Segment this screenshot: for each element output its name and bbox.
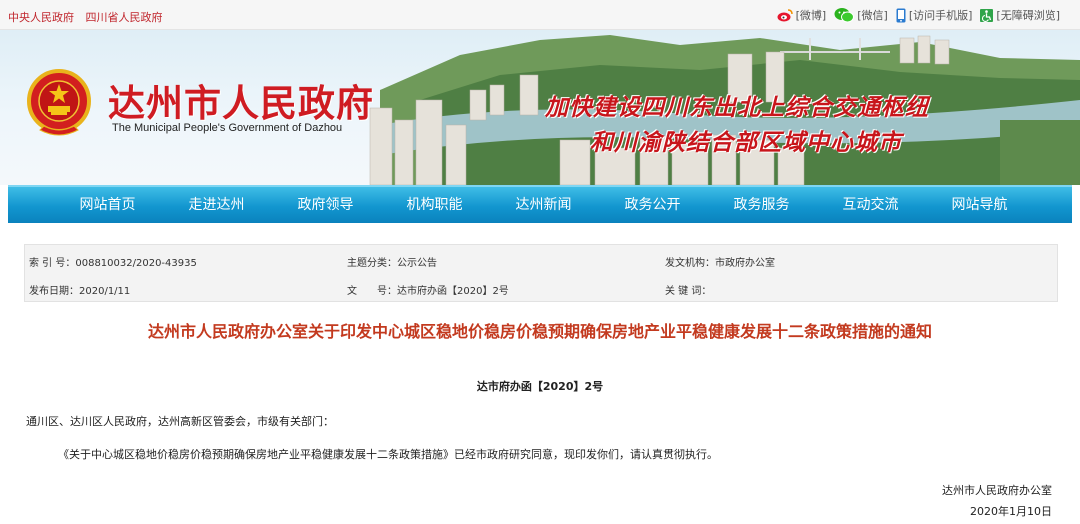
top-links: 中央人民政府 四川省人民政府 — [8, 9, 171, 25]
top-right-tools: [微博] [微信] [访问手机版] [无障碍浏览] — [769, 7, 1060, 23]
document-meta-table: 索 引 号：008810032/2020-43935 主题分类：公示公告 发文机… — [24, 244, 1058, 302]
slogan-line-2: 和川渝陕结合部区域中心城市 — [590, 129, 902, 156]
site-subtitle: The Municipal People's Government of Daz… — [112, 122, 343, 134]
weibo-icon — [777, 9, 793, 22]
weibo-label: [微博] — [795, 9, 827, 22]
wechat-label: [微信] — [857, 9, 888, 22]
central-gov-link[interactable]: 中央人民政府 — [8, 11, 74, 24]
national-emblem-icon — [27, 69, 91, 136]
nav-interaction[interactable]: 互动交流 — [816, 187, 925, 223]
header-banner: 达州市人民政府 The Municipal People's Governmen… — [0, 30, 1080, 185]
nav-about-dazhou[interactable]: 走进达州 — [162, 187, 271, 223]
meta-index-no: 索 引 号：008810032/2020-43935 — [29, 258, 197, 269]
mobile-link[interactable]: [访问手机版] — [896, 7, 973, 23]
accessible-label: [无障碍浏览] — [996, 9, 1060, 22]
nav-gov-affairs[interactable]: 政务公开 — [598, 187, 707, 223]
weibo-link[interactable]: [微博] — [777, 7, 827, 23]
meta-issuer: 发文机构：市政府办公室 — [665, 258, 775, 269]
site-title: 达州市人民政府 — [108, 81, 374, 125]
accessible-link[interactable]: [无障碍浏览] — [980, 7, 1060, 23]
nav-home[interactable]: 网站首页 — [53, 187, 162, 223]
accessibility-icon — [980, 8, 994, 22]
document-recipients: 通川区、达川区人民政府，达州高新区管委会，市级有关部门： — [26, 415, 334, 428]
wechat-icon — [834, 8, 855, 23]
nav-news[interactable]: 达州新闻 — [489, 187, 598, 223]
document-body: 《关于中心城区稳地价稳房价稳预期确保房地产业平稳健康发展十二条政策措施》已经市政… — [58, 448, 718, 461]
top-bar: 中央人民政府 四川省人民政府 [微博] [微信] [访问手机版] [无障碍浏览] — [0, 0, 1080, 30]
signature-org: 达州市人民政府办公室 — [942, 484, 1052, 497]
wechat-link[interactable]: [微信] — [834, 7, 888, 23]
meta-keywords: 关 键 词： — [665, 286, 712, 297]
meta-topic: 主题分类：公示公告 — [347, 258, 437, 269]
meta-date: 发布日期：2020/1/11 — [29, 286, 131, 297]
nav-functions[interactable]: 机构职能 — [380, 187, 489, 223]
document-title: 达州市人民政府办公室关于印发中心城区稳地价稳房价稳预期确保房地产业平稳健康发展十… — [147, 322, 932, 341]
meta-doc-number: 文 号：达市府办函【2020】2号 — [347, 286, 509, 297]
slogan-line-1: 加快建设四川东出北上综合交通枢纽 — [545, 94, 929, 121]
nav-services[interactable]: 政务服务 — [707, 187, 816, 223]
mobile-phone-icon — [896, 8, 906, 22]
mobile-label: [访问手机版] — [908, 9, 973, 22]
signature-date: 2020年1月10日 — [970, 505, 1052, 518]
nav-site-map[interactable]: 网站导航 — [925, 187, 1034, 223]
nav-leaders[interactable]: 政府领导 — [271, 187, 380, 223]
sichuan-gov-link[interactable]: 四川省人民政府 — [86, 11, 163, 24]
document-number: 达市府办函【2020】2号 — [476, 380, 604, 393]
main-nav: 网站首页 走进达州 政府领导 机构职能 达州新闻 政务公开 政务服务 互动交流 … — [8, 185, 1072, 223]
